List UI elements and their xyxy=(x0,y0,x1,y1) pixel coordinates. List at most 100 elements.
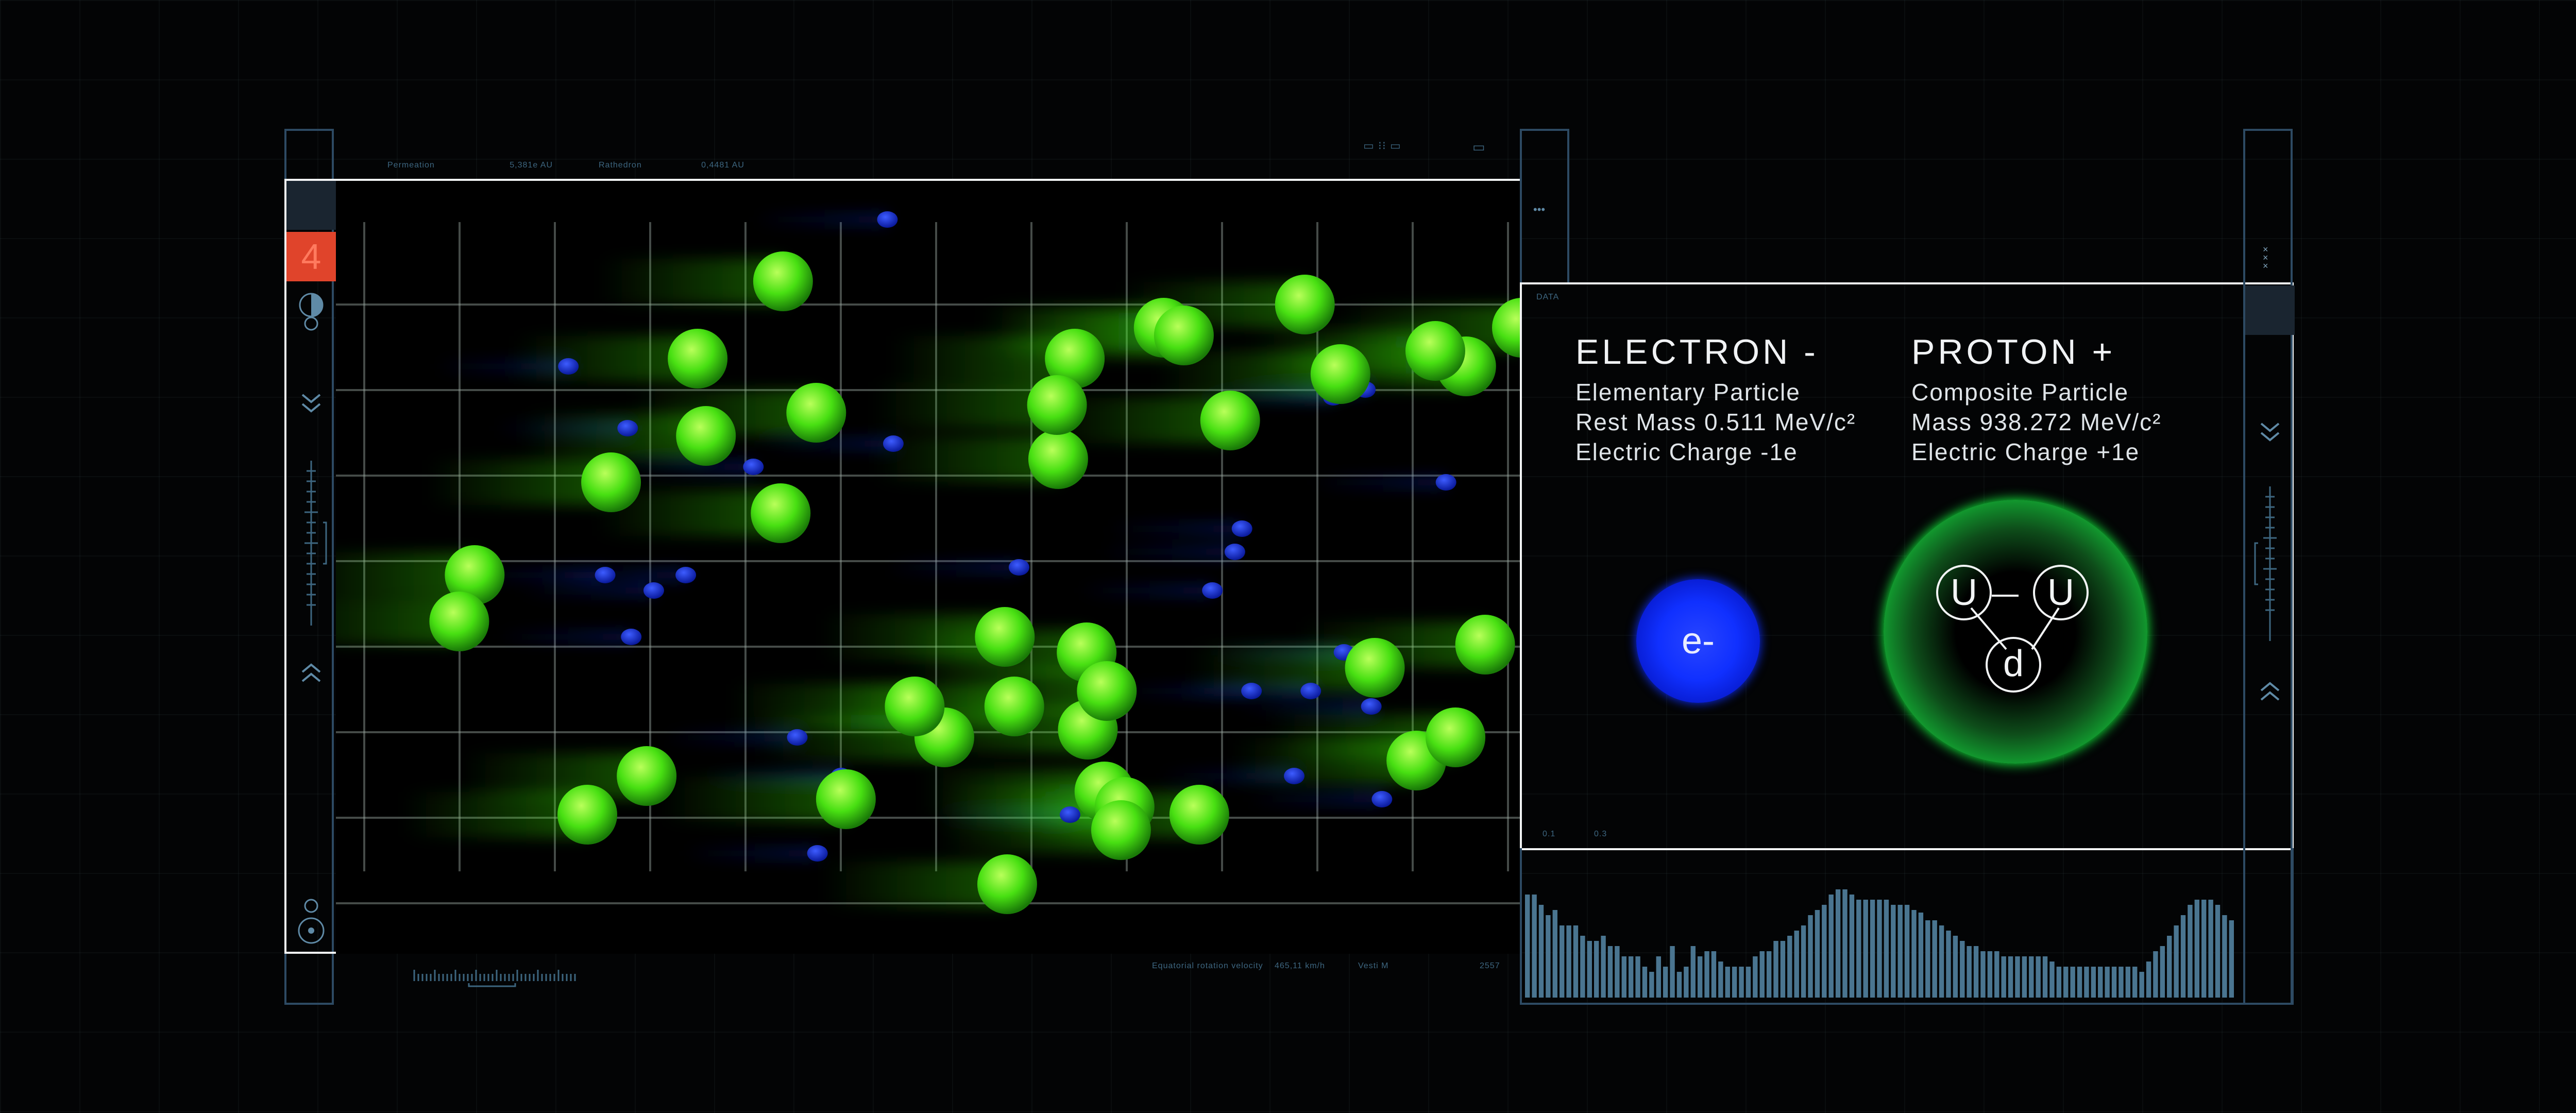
quark-u1: U xyxy=(1951,572,1977,613)
chevron-up-icon[interactable] xyxy=(2245,675,2295,712)
histogram-bar xyxy=(2042,956,2048,998)
proton-sphere: U U d xyxy=(1884,500,2147,764)
particle-trail xyxy=(1248,794,1382,804)
histogram-bar xyxy=(1842,889,1848,998)
histogram-bar xyxy=(2077,967,2082,998)
electron-particle xyxy=(1300,683,1321,699)
readout-extra: Vesti M xyxy=(1358,962,1389,970)
histogram-bar xyxy=(1918,913,1924,998)
histogram-bar xyxy=(2091,967,2096,998)
chevron-down-icon[interactable] xyxy=(2245,417,2295,454)
electron-particle xyxy=(1241,683,1262,699)
proton-particle xyxy=(557,785,618,845)
histogram-bar xyxy=(1684,967,1689,998)
histogram-bar xyxy=(2222,915,2227,998)
histogram-bar xyxy=(1828,895,1834,998)
histogram-bar xyxy=(1532,895,1537,998)
histogram-bar xyxy=(1676,972,1682,998)
particle-trail xyxy=(1312,477,1446,487)
quark-d: d xyxy=(2003,643,2024,684)
electron-info: ELECTRON - Elementary Particle Rest Mass… xyxy=(1575,332,1856,467)
histogram-panel xyxy=(1520,848,2294,1005)
readout-label: Rathedron xyxy=(599,161,642,170)
particle-trail xyxy=(1237,701,1371,712)
electron-particle xyxy=(883,435,904,452)
proton-charge: Electric Charge +1e xyxy=(1911,439,2140,465)
electron-particle xyxy=(621,629,642,645)
histogram-bar xyxy=(1939,925,1944,998)
particle-trail xyxy=(519,585,654,596)
histogram-bar xyxy=(1766,951,1772,998)
histogram-bar xyxy=(2105,967,2110,998)
histogram-bar xyxy=(2180,915,2186,998)
histogram-bar xyxy=(2098,967,2103,998)
panel-tag: DATA xyxy=(1536,293,1560,301)
readout-label: Permeation xyxy=(387,161,435,170)
particle-trail xyxy=(497,632,632,642)
header-readout-1: Permeation 5,381e AU xyxy=(387,161,553,170)
histogram-bar xyxy=(2063,967,2069,998)
histogram-bar xyxy=(1780,941,1786,998)
proton-particle xyxy=(1455,615,1515,674)
histogram-bar xyxy=(1904,905,1910,998)
histogram-bar xyxy=(1946,931,1951,998)
electron-particle xyxy=(743,459,764,475)
histogram-bar xyxy=(1635,956,1640,998)
proton-particle xyxy=(429,592,489,651)
electron-particle xyxy=(1435,474,1456,491)
proton-particle xyxy=(975,607,1035,667)
histogram-bar xyxy=(2194,900,2200,998)
electron-sphere: e- xyxy=(1636,579,1760,703)
readout-code: 2557 xyxy=(1480,962,1500,970)
particle-viewport[interactable] xyxy=(284,179,1522,954)
proton-particle xyxy=(1200,391,1260,450)
electron-particle xyxy=(675,567,697,583)
electron-symbol: e- xyxy=(1681,620,1715,662)
electron-particle xyxy=(807,845,828,862)
proton-type: Composite Particle xyxy=(1911,379,2129,406)
histogram-bar xyxy=(2015,956,2020,998)
header-readout-2: Rathedron 0,4481 AU xyxy=(599,161,744,170)
histogram-bar xyxy=(2139,972,2144,998)
readout-value: 0,4481 AU xyxy=(701,161,744,170)
histogram-bar xyxy=(1960,941,1965,998)
histogram-bar xyxy=(1711,951,1717,998)
histogram-bar xyxy=(2125,967,2131,998)
proton-particle xyxy=(1027,375,1087,435)
histogram-bar xyxy=(2188,905,2193,998)
electron-particle xyxy=(643,582,664,599)
histogram-bar xyxy=(1801,925,1806,998)
histogram-bar xyxy=(1594,941,1599,998)
histogram-bar xyxy=(1621,956,1626,998)
histogram-bar xyxy=(1953,936,1958,998)
particle-trail xyxy=(753,214,888,225)
histogram-bar xyxy=(1753,956,1758,998)
proton-particle xyxy=(753,251,813,311)
electron-particle xyxy=(787,729,808,746)
electron-particle xyxy=(617,420,638,436)
histogram-bar xyxy=(1642,967,1648,998)
histogram-bar xyxy=(2146,962,2151,998)
histogram-bar xyxy=(1884,900,1889,998)
electron-particle xyxy=(1008,559,1029,576)
particle-trail xyxy=(619,462,754,472)
close-icon[interactable]: × × × xyxy=(2263,245,2268,271)
histogram-bar xyxy=(2229,920,2234,998)
proton-particle xyxy=(668,329,728,389)
particle-trail xyxy=(552,570,686,580)
histogram-bar xyxy=(2049,962,2055,998)
electron-particle xyxy=(1284,768,1305,784)
viewport-canvas xyxy=(336,181,1522,954)
histogram-bar xyxy=(2022,956,2027,998)
electron-particle xyxy=(595,567,616,583)
proton-particle xyxy=(816,769,876,829)
electron-type: Elementary Particle xyxy=(1575,379,1801,406)
proton-particle xyxy=(1310,344,1370,404)
histogram-bar xyxy=(1822,905,1827,998)
proton-particle xyxy=(581,452,641,512)
histogram-bar xyxy=(1815,910,1820,998)
histogram-bar xyxy=(1911,910,1917,998)
proton-particle xyxy=(1028,429,1088,489)
readout-value: 5,381e AU xyxy=(510,161,553,170)
particle-trail xyxy=(1078,585,1213,596)
